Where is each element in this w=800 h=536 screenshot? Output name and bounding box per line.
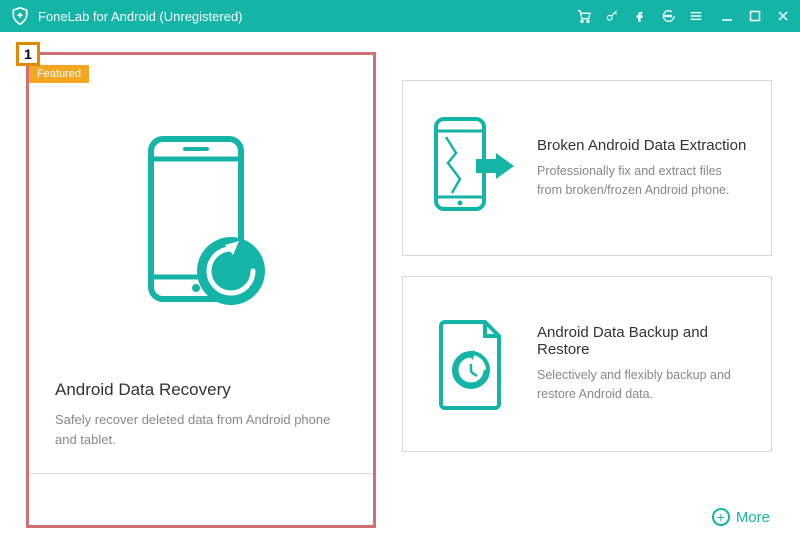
- card-title: Android Data Recovery: [55, 380, 347, 400]
- right-column: Broken Android Data Extraction Professio…: [402, 80, 772, 526]
- left-column: 1 Featured Android Data R: [28, 54, 374, 526]
- backup-icon: [425, 314, 517, 414]
- card-description: Professionally fix and extract files fro…: [537, 162, 749, 200]
- card-android-backup-restore[interactable]: Android Data Backup and Restore Selectiv…: [402, 276, 772, 452]
- recovery-icon: [55, 79, 347, 372]
- maximize-button[interactable]: [748, 9, 762, 23]
- window-title: FoneLab for Android (Unregistered): [38, 9, 243, 24]
- titlebar: FoneLab for Android (Unregistered): [0, 0, 800, 32]
- more-button[interactable]: + More: [712, 508, 770, 526]
- card-description: Safely recover deleted data from Android…: [55, 410, 347, 449]
- menu-icon[interactable]: [688, 8, 704, 24]
- more-label: More: [736, 509, 770, 526]
- step-badge: 1: [16, 42, 40, 66]
- shield-plus-icon: [10, 6, 30, 26]
- content-area: 1 Featured Android Data R: [0, 32, 800, 536]
- app-window: FoneLab for Android (Unregistered): [0, 0, 800, 536]
- facebook-icon[interactable]: [632, 8, 648, 24]
- card-title: Android Data Backup and Restore: [537, 324, 749, 358]
- window-controls: [720, 9, 790, 23]
- feedback-icon[interactable]: [660, 8, 676, 24]
- card-description: Selectively and flexibly backup and rest…: [537, 366, 749, 404]
- card-android-data-recovery[interactable]: Featured Android Data Recovery Safely re: [28, 54, 374, 474]
- close-button[interactable]: [776, 9, 790, 23]
- toolbar-icons: [576, 8, 704, 24]
- minimize-button[interactable]: [720, 9, 734, 23]
- cart-icon[interactable]: [576, 8, 592, 24]
- card-broken-android-extraction[interactable]: Broken Android Data Extraction Professio…: [402, 80, 772, 256]
- card-title: Broken Android Data Extraction: [537, 137, 749, 154]
- key-icon[interactable]: [604, 8, 620, 24]
- extraction-icon: [425, 113, 517, 223]
- featured-badge: Featured: [29, 65, 89, 83]
- plus-circle-icon: +: [712, 508, 730, 526]
